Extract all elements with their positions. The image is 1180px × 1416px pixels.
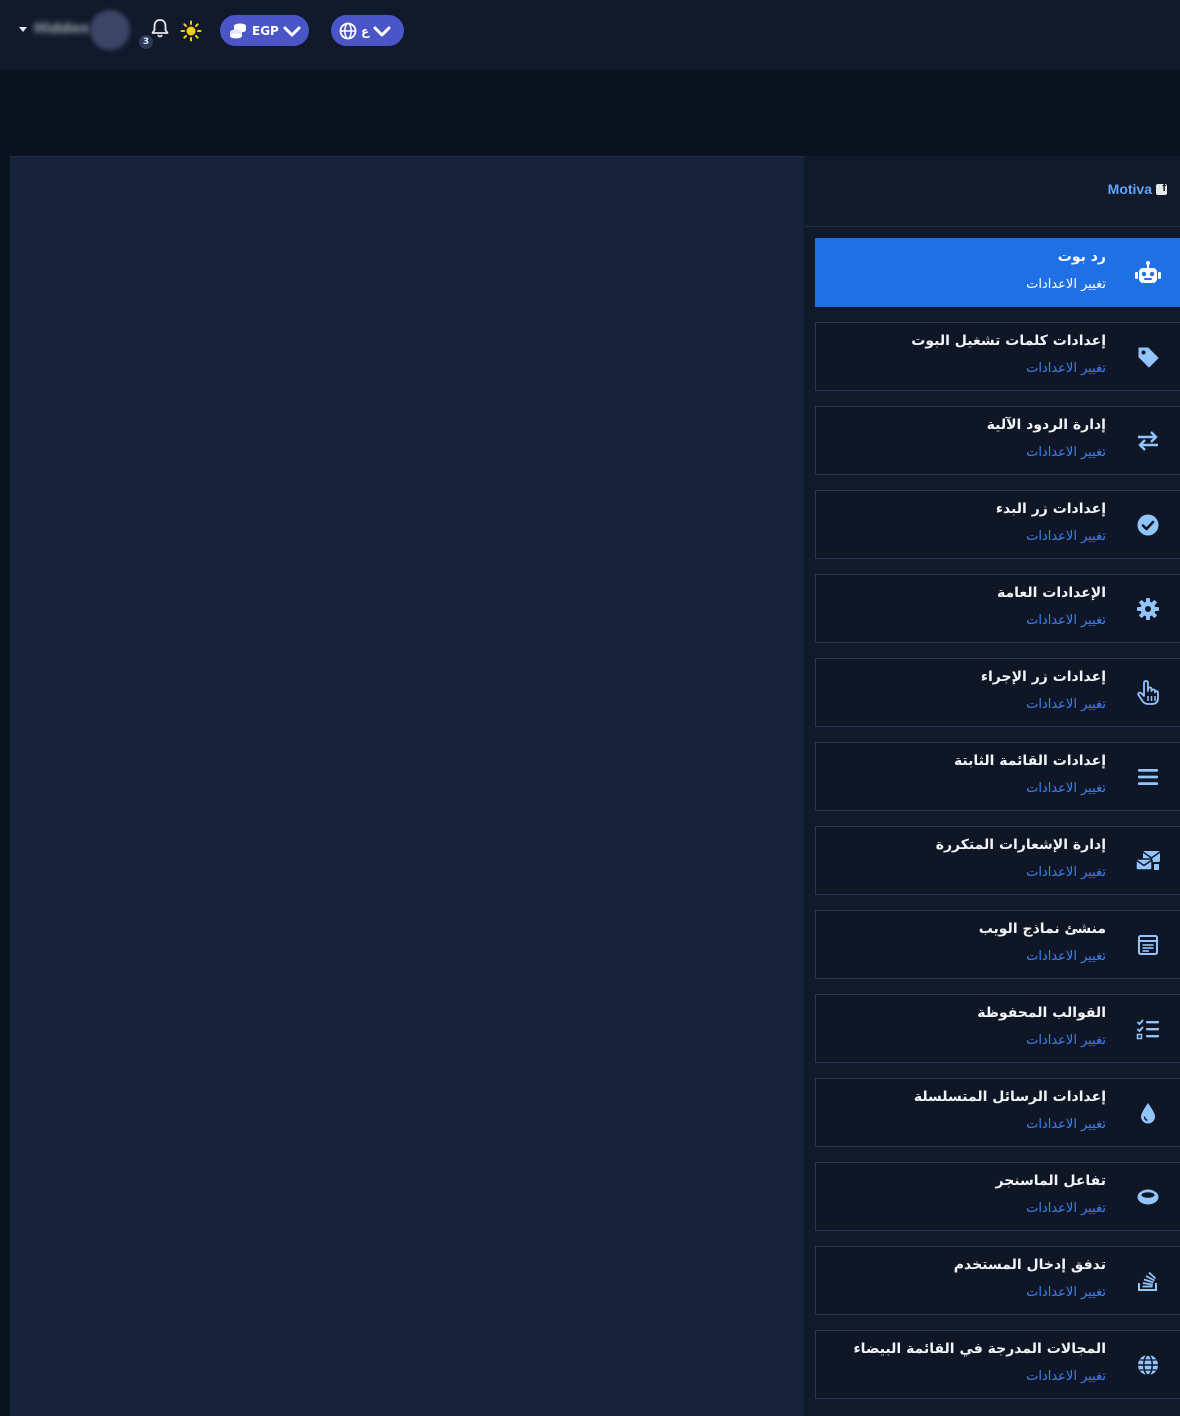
user-name[interactable]: Hidden xyxy=(34,21,90,37)
list-check-icon xyxy=(1115,995,1180,1062)
chevron-down-icon xyxy=(283,24,301,38)
page-brand[interactable]: Motiva xyxy=(1108,181,1167,197)
sidebar-menu-item[interactable]: إدارة الإشعارات المتكررة تغيير الاعدادات xyxy=(815,826,1180,895)
change-settings-link[interactable]: تغيير الاعدادات xyxy=(1026,1201,1106,1216)
language-label: ع xyxy=(361,23,370,38)
sidebar-menu-item[interactable]: تدفق إدخال المستخدم تغيير الاعدادات xyxy=(815,1246,1180,1315)
menu-item-title: الإعدادات العامة xyxy=(997,585,1106,601)
top-navbar: Hidden 3 EGP ع xyxy=(0,0,1180,70)
change-settings-link[interactable]: تغيير الاعدادات xyxy=(1026,1369,1106,1384)
change-settings-link[interactable]: تغيير الاعدادات xyxy=(1026,949,1106,964)
sidebar-menu-item[interactable]: منشئ نماذج الويب تغيير الاعدادات xyxy=(815,910,1180,979)
settings-sidebar: Motiva رد بوتتغيير الاعداداتإعدادات كلما… xyxy=(805,156,1180,1416)
menu-item-title: منشئ نماذج الويب xyxy=(978,921,1106,937)
change-settings-link[interactable]: تغيير الاعدادات xyxy=(1026,865,1106,880)
sidebar-menu-item[interactable]: إعدادات زر الإجراء تغيير الاعدادات xyxy=(815,658,1180,727)
notification-badge: 3 xyxy=(139,35,153,49)
menu-item-title: إعدادات كلمات تشغيل البوت xyxy=(911,333,1106,349)
change-settings-link[interactable]: تغيير الاعدادات xyxy=(1026,1117,1106,1132)
change-settings-link[interactable]: تغيير الاعدادات xyxy=(1026,529,1106,544)
facebook-icon xyxy=(1156,182,1167,195)
change-settings-link[interactable]: تغيير الاعدادات xyxy=(1026,781,1106,796)
brand-name: Motiva xyxy=(1107,181,1152,197)
menu-item-title: رد بوت xyxy=(1057,249,1106,265)
globe-icon xyxy=(1115,1331,1180,1398)
language-selector[interactable]: ع xyxy=(331,15,404,46)
change-settings-link[interactable]: تغيير الاعدادات xyxy=(1026,697,1106,712)
currency-label: EGP xyxy=(252,23,279,38)
tag-icon xyxy=(1115,323,1180,390)
menu-item-title: إدارة الردود الآلية xyxy=(986,417,1106,433)
change-settings-link[interactable]: تغيير الاعدادات xyxy=(1026,613,1106,628)
avatar[interactable] xyxy=(90,10,130,50)
coins-icon xyxy=(228,22,248,40)
menu-item-title: القوالب المحفوظة xyxy=(977,1005,1106,1021)
sidebar-menu-item[interactable]: إعدادات الرسائل المتسلسلة تغيير الاعدادات xyxy=(815,1078,1180,1147)
page-header-band xyxy=(0,70,1180,156)
menu-item-title: تدفق إدخال المستخدم xyxy=(953,1257,1106,1273)
menu-item-title: إعدادات الرسائل المتسلسلة xyxy=(913,1089,1106,1105)
sidebar-menu-item[interactable]: المجالات المدرجة في القائمة البيضاء تغيير… xyxy=(815,1330,1180,1399)
change-settings-link[interactable]: تغيير الاعدادات xyxy=(1026,277,1106,292)
menu-item-title: إعدادات زر الإجراء xyxy=(980,669,1106,685)
robot-icon xyxy=(1115,239,1180,306)
bars-icon xyxy=(1115,743,1180,810)
hand-pointer-icon xyxy=(1115,659,1180,726)
check-circle-icon xyxy=(1115,491,1180,558)
ring-icon xyxy=(1115,1163,1180,1230)
sidebar-menu-item[interactable]: إدارة الردود الآلية تغيير الاعدادات xyxy=(815,406,1180,475)
change-settings-link[interactable]: تغيير الاعدادات xyxy=(1026,1033,1106,1048)
sidebar-menu-item[interactable]: تفاعل الماسنجر تغيير الاعدادات xyxy=(815,1162,1180,1231)
mail-bulk-icon xyxy=(1115,827,1180,894)
currency-selector[interactable]: EGP xyxy=(220,15,309,46)
sidebar-menu-item[interactable]: رد بوت تغيير الاعدادات xyxy=(815,238,1180,307)
sidebar-header: Motiva xyxy=(805,156,1180,227)
menu-item-title: المجالات المدرجة في القائمة البيضاء xyxy=(853,1341,1107,1357)
sidebar-menu-item[interactable]: القوالب المحفوظة تغيير الاعدادات xyxy=(815,994,1180,1063)
sidebar-menu-item[interactable]: إعدادات القائمة الثابتة تغيير الاعدادات xyxy=(815,742,1180,811)
change-settings-link[interactable]: تغيير الاعدادات xyxy=(1026,445,1106,460)
gear-icon xyxy=(1115,575,1180,642)
droplet-icon xyxy=(1115,1079,1180,1146)
form-icon xyxy=(1115,911,1180,978)
menu-item-title: إعدادات زر البدء xyxy=(995,501,1106,517)
change-settings-link[interactable]: تغيير الاعدادات xyxy=(1026,1285,1106,1300)
bell-icon[interactable] xyxy=(150,18,170,40)
sidebar-menu-item[interactable]: إعدادات زر البدء تغيير الاعدادات xyxy=(815,490,1180,559)
menu-item-title: تفاعل الماسنجر xyxy=(995,1173,1106,1189)
stack-icon xyxy=(1115,1247,1180,1314)
change-settings-link[interactable]: تغيير الاعدادات xyxy=(1026,361,1106,376)
globe-icon xyxy=(339,22,357,40)
user-menu-caret-icon[interactable] xyxy=(19,27,27,32)
chevron-down-icon xyxy=(373,24,391,38)
main-content-panel xyxy=(10,156,805,1416)
sidebar-menu-item[interactable]: إعدادات كلمات تشغيل البوت تغيير الاعدادات xyxy=(815,322,1180,391)
menu-item-title: إدارة الإشعارات المتكررة xyxy=(935,837,1106,853)
arrows-exchange-icon xyxy=(1115,407,1180,474)
menu-item-title: إعدادات القائمة الثابتة xyxy=(953,753,1106,769)
sidebar-menu-item[interactable]: الإعدادات العامة تغيير الاعدادات xyxy=(815,574,1180,643)
sun-icon[interactable] xyxy=(180,20,202,42)
